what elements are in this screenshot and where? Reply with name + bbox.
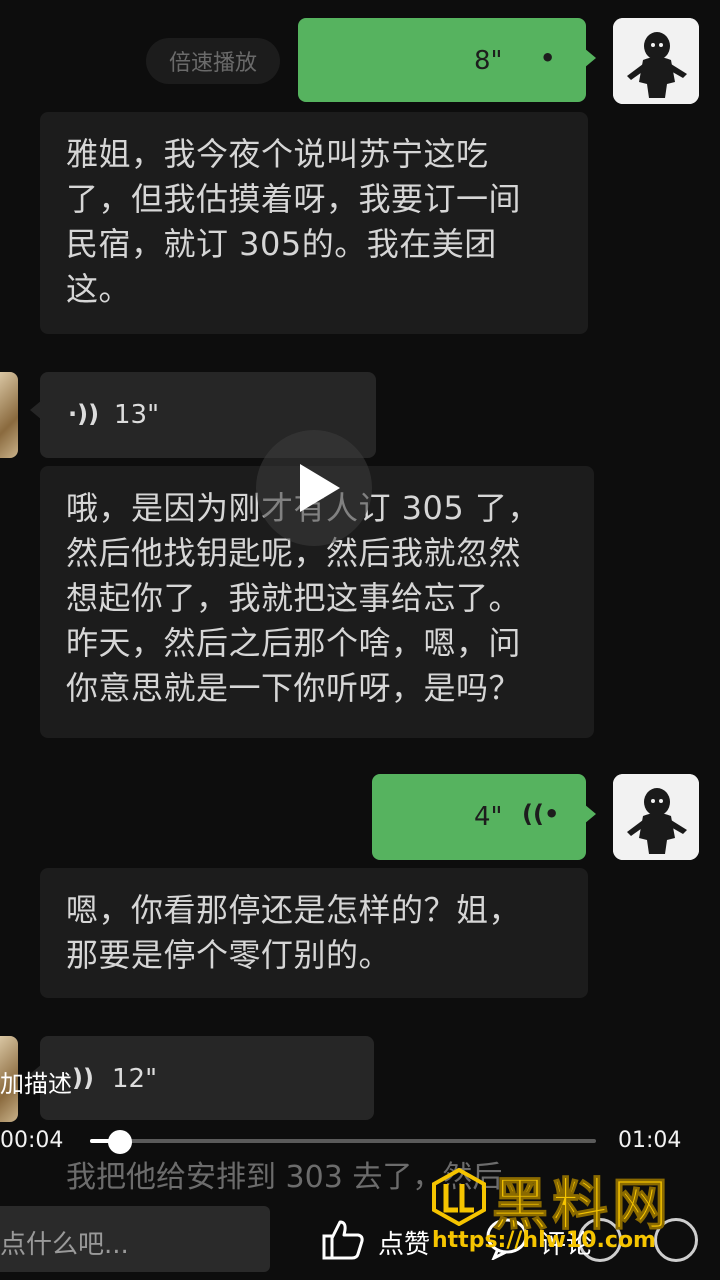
current-time: 00:04 (0, 1128, 64, 1153)
sent-voice-message[interactable]: 4" ((• (372, 774, 596, 860)
watermark-url: https://hlw10.com (432, 1228, 656, 1253)
speed-playback-button[interactable]: 倍速播放 (146, 38, 280, 84)
avatar-figure-icon (613, 774, 699, 860)
voice-wave-icon: ·)) (68, 400, 100, 428)
like-label[interactable]: 点赞 (378, 1224, 430, 1261)
voice-wave-icon: • (540, 44, 556, 72)
voice-duration: 12" (112, 1064, 158, 1094)
watermark-logo-icon (432, 1168, 486, 1226)
total-time: 01:04 (618, 1128, 682, 1153)
play-icon[interactable] (256, 430, 372, 546)
avatar[interactable] (613, 774, 699, 860)
voice-duration: 13" (114, 400, 160, 430)
add-description-label[interactable]: 加描述 (0, 1064, 72, 1099)
progress-track[interactable] (90, 1139, 596, 1143)
voice-wave-icon: )) (72, 1064, 94, 1092)
voice-duration: 8" (474, 46, 503, 76)
comment-input[interactable]: 点什么吧... (0, 1206, 270, 1272)
voice-duration: 4" (474, 802, 503, 832)
voice-wave-icon: ((• (522, 800, 560, 828)
avatar[interactable] (613, 18, 699, 104)
voice-transcription: 嗯，你看那停还是怎样的？姐， 那要是停个零仃别的。 (40, 868, 588, 998)
progress-handle[interactable] (108, 1130, 133, 1154)
contact-avatar[interactable] (0, 372, 18, 458)
voice-transcription: 雅姐，我今夜个说叫苏宁这吃 了，但我估摸着呀，我要订一间 民宿，就订 305的。… (40, 112, 588, 334)
thumbs-up-icon[interactable] (320, 1216, 366, 1262)
sent-voice-message[interactable]: 8" • (298, 18, 596, 102)
avatar-figure-icon (613, 18, 699, 104)
received-voice-message[interactable]: )) 12" (30, 1036, 374, 1120)
